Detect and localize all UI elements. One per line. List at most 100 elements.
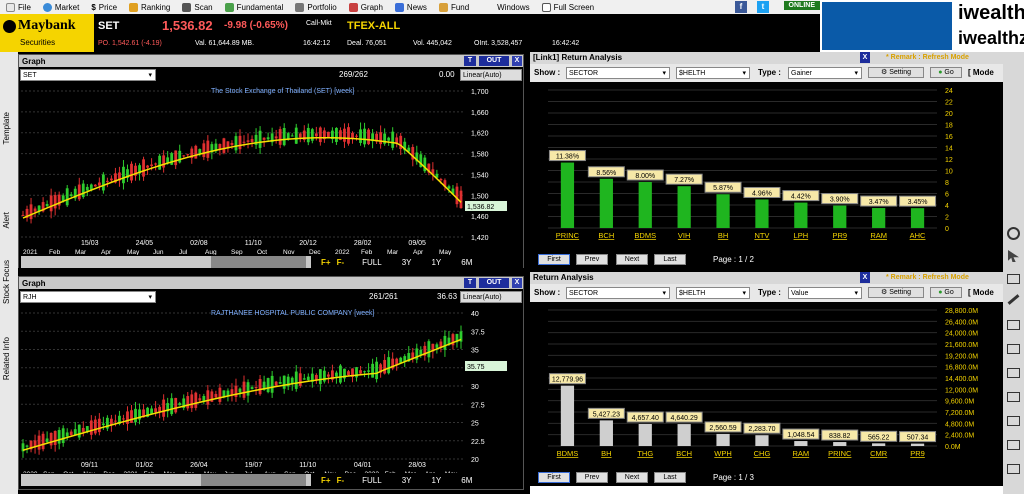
side-tab-template[interactable]: Template — [2, 112, 11, 144]
menu-scan[interactable]: Scan — [182, 2, 213, 12]
menu-ranking[interactable]: Ranking — [129, 2, 170, 12]
menu-price[interactable]: $ Price — [91, 3, 117, 12]
type-select[interactable]: Gainer ▾ — [788, 67, 862, 79]
category-label: RAM — [870, 231, 887, 240]
ad-banner[interactable]: iwealthz iwealthz — [820, 0, 1024, 52]
y-tick-label: 28,800.0M — [945, 308, 978, 315]
candle-body — [178, 403, 182, 406]
lock-icon[interactable] — [1007, 464, 1020, 474]
cursor-icon[interactable] — [1008, 250, 1019, 262]
range-1y-button[interactable]: 1Y — [431, 476, 441, 485]
eraser-icon[interactable] — [1007, 344, 1020, 354]
scrollbar[interactable] — [21, 474, 311, 486]
range-6m-button[interactable]: 6M — [461, 476, 472, 485]
t-button[interactable]: T — [464, 56, 476, 66]
prev-button[interactable]: Prev — [576, 472, 608, 483]
zoom-out-button[interactable]: F- — [337, 476, 345, 485]
go-button[interactable]: ● Go — [930, 287, 962, 298]
show-select[interactable]: SECTOR ▾ — [566, 287, 670, 299]
scrollbar[interactable] — [21, 256, 311, 268]
undo-icon[interactable] — [1007, 416, 1020, 426]
range-full-button[interactable]: FULL — [362, 476, 382, 485]
eye-icon[interactable] — [1007, 227, 1020, 240]
twitter-icon[interactable]: t — [757, 1, 769, 13]
close-button[interactable]: X — [512, 56, 522, 66]
menu-fundamental[interactable]: Fundamental — [224, 2, 283, 12]
scan-icon — [182, 2, 192, 12]
candle-body — [130, 163, 133, 181]
range-6m-button[interactable]: 6M — [461, 258, 472, 267]
trash-icon[interactable] — [1007, 440, 1020, 450]
line-tool-icon[interactable] — [1007, 294, 1020, 305]
data-label: 3.47% — [869, 199, 889, 206]
range-3y-button[interactable]: 3Y — [402, 476, 412, 485]
chart-title: RAJTHANEE HOSPITAL PUBLIC COMPANY [week] — [211, 310, 375, 317]
setting-button[interactable]: ⚙ Setting — [868, 67, 924, 78]
candle-body — [387, 137, 391, 141]
type-select[interactable]: Value ▾ — [788, 287, 862, 299]
menu-market[interactable]: Market — [42, 2, 79, 12]
first-button[interactable]: First — [538, 472, 570, 483]
out-button[interactable]: OUT — [479, 56, 509, 66]
range-1y-button[interactable]: 1Y — [431, 258, 441, 267]
bar — [560, 385, 575, 446]
last-button[interactable]: Last — [654, 254, 686, 265]
range-full-button[interactable]: FULL — [362, 258, 382, 267]
close-button[interactable]: X — [512, 278, 522, 288]
close-button[interactable]: X — [860, 272, 870, 283]
side-tab-alert[interactable]: Alert — [2, 212, 11, 228]
setting-button[interactable]: ⚙ Setting — [868, 287, 924, 298]
zoom-in-button[interactable]: F+ — [321, 476, 331, 485]
side-tab-stock-focus[interactable]: Stock Focus — [2, 260, 11, 304]
scroll-thumb[interactable] — [201, 474, 306, 486]
zoom-in-button[interactable]: F+ — [321, 258, 331, 267]
side-tab-related-info[interactable]: Related Info — [2, 337, 11, 380]
menu-file[interactable]: File — [6, 2, 31, 12]
zoom-out-button[interactable]: F- — [337, 258, 345, 267]
text-tool-icon[interactable] — [1007, 368, 1020, 378]
candle-body — [37, 435, 41, 450]
date-label: 19/07 — [245, 462, 263, 469]
date-label: 28/03 — [408, 462, 426, 469]
set-val: Val. 61,644.89 MB. — [195, 40, 255, 47]
out-button[interactable]: OUT — [479, 278, 509, 288]
sector-select[interactable]: $HELTH ▾ — [676, 287, 750, 299]
menu-portfolio[interactable]: Portfolio — [295, 2, 337, 12]
menu-fullscreen[interactable]: Full Screen — [541, 2, 594, 12]
sector-select[interactable]: $HELTH ▾ — [676, 67, 750, 79]
scroll-thumb[interactable] — [211, 256, 306, 268]
menu-graph[interactable]: Graph — [348, 2, 383, 12]
graph-header-title: Graph — [22, 278, 46, 288]
candle-body — [254, 386, 258, 388]
bar-count: 269/262 — [339, 70, 368, 79]
go-button[interactable]: ● Go — [930, 67, 962, 78]
next-button[interactable]: Next — [616, 254, 648, 265]
range-3y-button[interactable]: 3Y — [402, 258, 412, 267]
menu-windows[interactable]: Windows — [497, 3, 529, 12]
price-chart-set[interactable]: 1,700 1,660 1,620 1,580 1,540 1,500 1,460 1,420… — [19, 83, 523, 255]
y-tick-label: 24,000.0M — [945, 331, 978, 338]
scale-select[interactable]: Linear(Auto) — [460, 291, 522, 303]
symbol-select[interactable]: RJH ▾ — [20, 291, 156, 303]
first-button[interactable]: First — [538, 254, 570, 265]
show-select[interactable]: SECTOR ▾ — [566, 67, 670, 79]
candle-body — [202, 395, 206, 401]
symbol-select[interactable]: SET ▾ — [20, 69, 156, 81]
scale-select[interactable]: Linear(Auto) — [460, 69, 522, 81]
y-tick-label: 24 — [945, 88, 953, 95]
pencil-icon[interactable] — [1007, 320, 1020, 330]
bar — [872, 443, 886, 446]
t-button[interactable]: T — [464, 278, 476, 288]
next-button[interactable]: Next — [616, 472, 648, 483]
facebook-icon[interactable]: f — [735, 1, 747, 13]
menu-news[interactable]: News — [394, 2, 427, 12]
measure-icon[interactable] — [1007, 392, 1020, 402]
tag-icon[interactable] — [1007, 274, 1020, 284]
last-button[interactable]: Last — [654, 472, 686, 483]
candle-body — [81, 183, 85, 198]
close-button[interactable]: X — [860, 52, 870, 63]
price-tag: 35.75 — [467, 364, 485, 371]
prev-button[interactable]: Prev — [576, 254, 608, 265]
price-chart-rjh[interactable]: 4037.53532.53027.52522.520RAJTHANEE HOSP… — [19, 305, 523, 477]
menu-fund[interactable]: Fund — [438, 2, 469, 12]
